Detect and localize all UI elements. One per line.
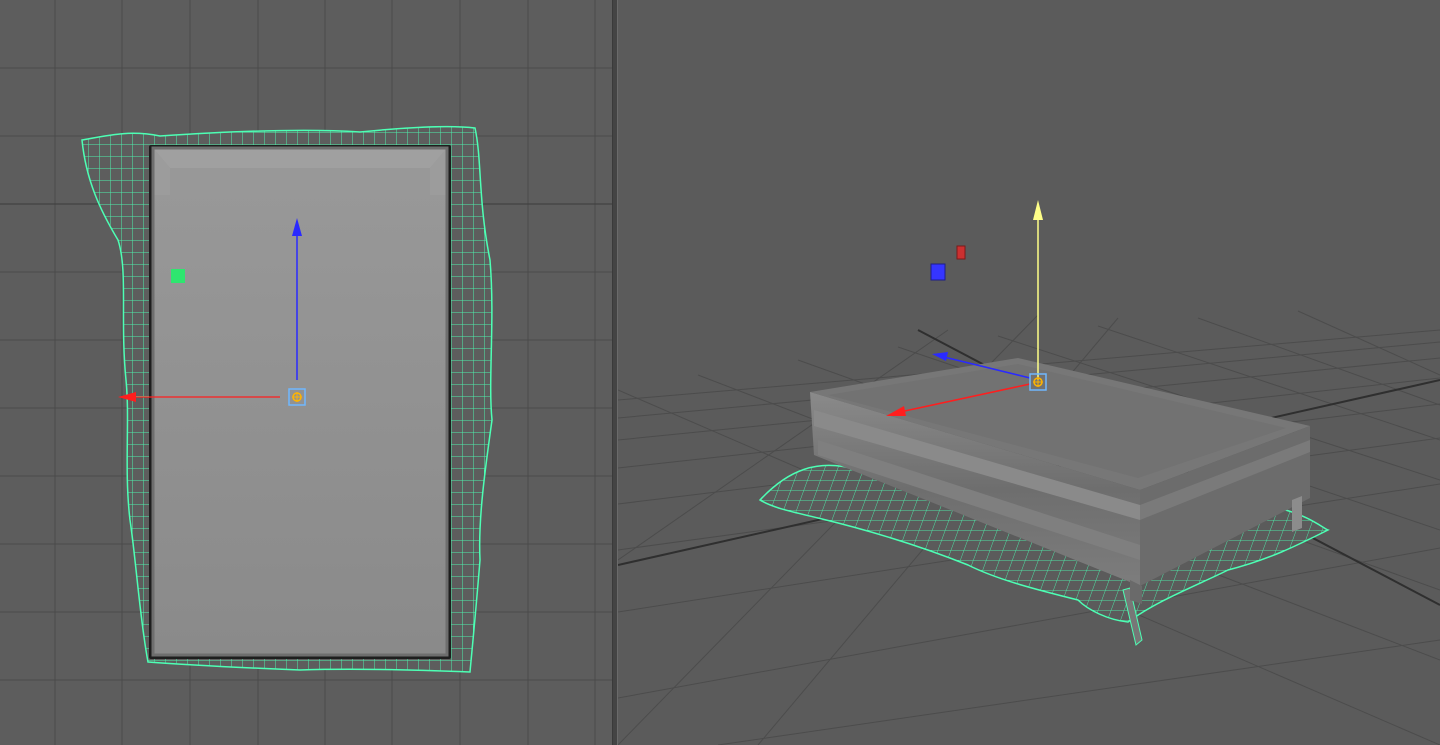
- square-handle-icon[interactable]: [956, 245, 966, 260]
- persp-viewport-canvas[interactable]: [618, 0, 1440, 745]
- square-handle-icon[interactable]: [930, 263, 946, 281]
- box-mesh-top[interactable]: [149, 145, 451, 659]
- maya-workspace: [0, 0, 1440, 745]
- top-viewport[interactable]: [0, 0, 612, 745]
- persp-viewport[interactable]: [618, 0, 1440, 745]
- top-viewport-canvas[interactable]: [0, 0, 612, 745]
- y-axis-arrow-icon[interactable]: [1033, 200, 1043, 220]
- square-handle-icon[interactable]: [171, 269, 185, 283]
